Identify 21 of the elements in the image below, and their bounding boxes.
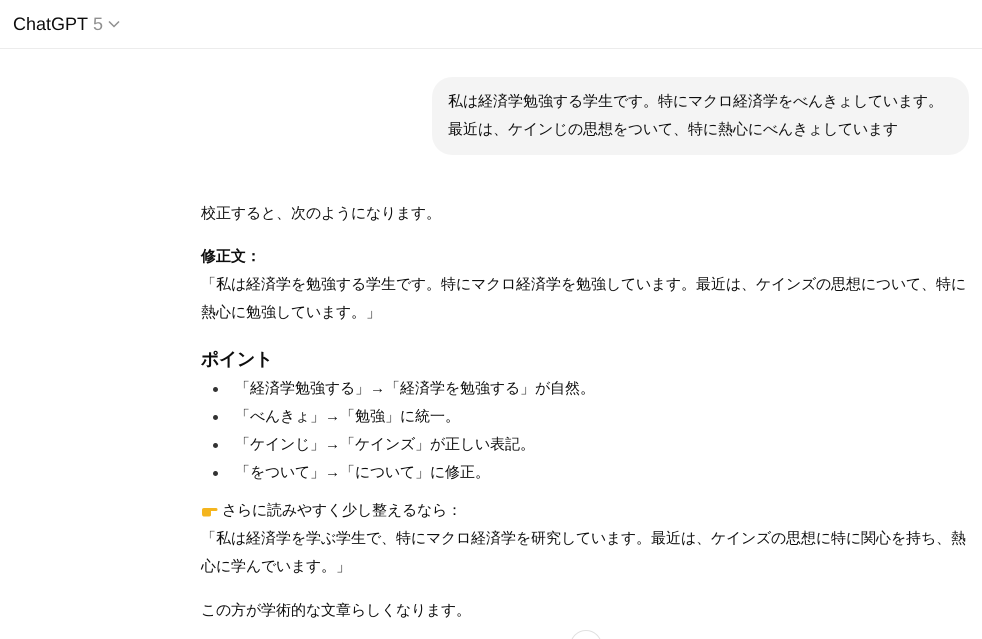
suggestion-label: さらに読みやすく少し整えるなら： (222, 501, 462, 521)
version-label: 5 (93, 12, 104, 36)
bullet-icon (213, 414, 218, 420)
pointing-hand-icon (201, 506, 218, 516)
bullet-icon (213, 442, 218, 448)
bullet-icon (213, 470, 218, 476)
intro-text: 校正すると、次のようになります。 (201, 204, 442, 224)
model-selector[interactable]: ChatGPT 5 (13, 10, 120, 38)
point-text: 「べんきょ」→「勉強」に統一。 (235, 407, 460, 427)
point-text: 「をついて」→「について」に修正。 (235, 463, 490, 483)
user-message-bubble: 私は経済学勉強する学生です。特にマクロ経済学をべんきょしています。最近は、ケインじの思想をついて、特に熱心にべんきょしています (432, 77, 969, 155)
corrected-label: 修正文： (201, 247, 262, 267)
chevron-down-icon (108, 20, 120, 28)
app-title: ChatGPT (13, 12, 88, 36)
point-text: 「ケインじ」→「ケインズ」が正しい表記。 (235, 435, 535, 455)
closing-text: この方が学術的な文章らしくなります。 (201, 601, 472, 621)
corrected-text: 「私は経済学を勉強する学生です。特にマクロ経済学を勉強しています。最近は、ケインズの思想について、特に熱心に勉強しています。」 (201, 275, 967, 323)
points-heading: ポイント (201, 348, 274, 371)
bullet-icon (213, 386, 218, 392)
suggestion-text: 「私は経済学を学ぶ学生で、特にマクロ経済学を研究しています。最近は、ケインズの思想に特に関心を持ち、熱心に学んでいます。」 (201, 529, 967, 577)
point-text: 「経済学勉強する」→「経済学を勉強する」が自然。 (235, 379, 595, 399)
